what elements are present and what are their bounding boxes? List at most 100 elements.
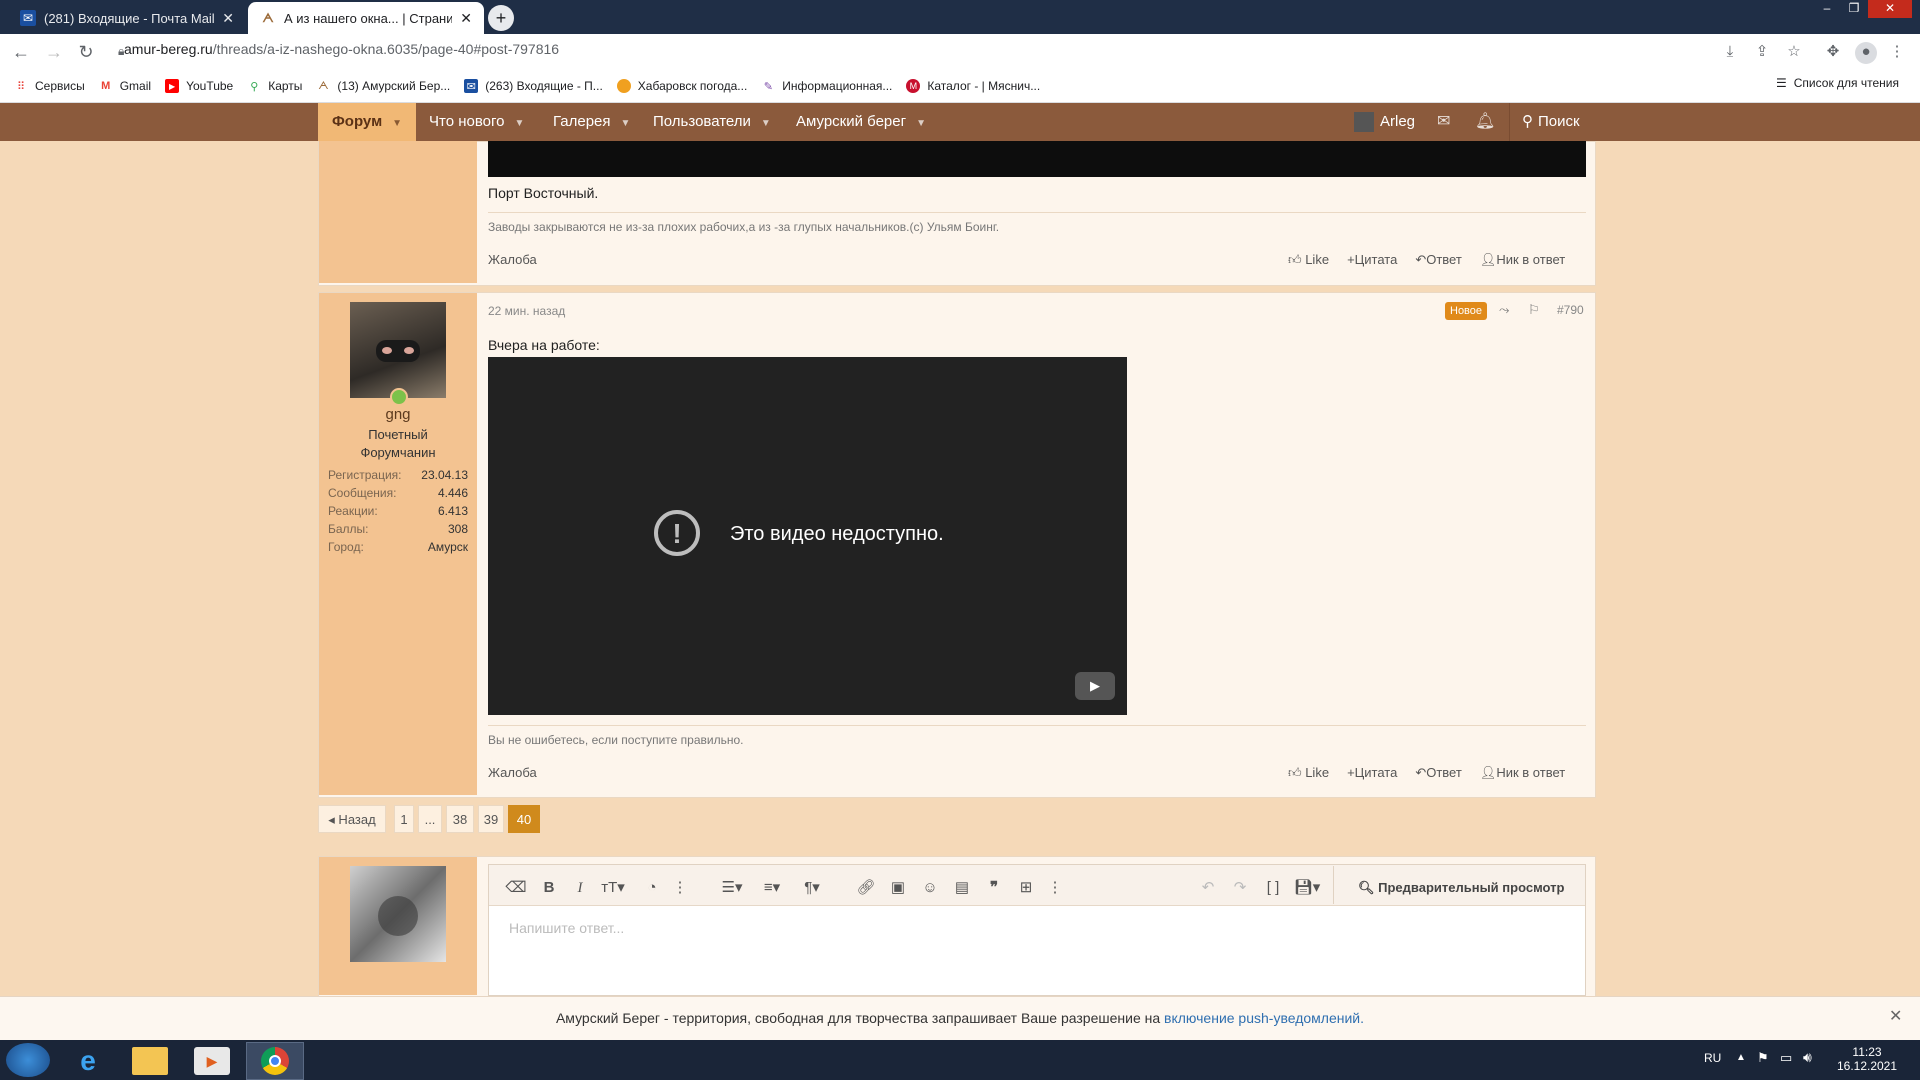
nav-forum[interactable]: Форум ▼	[318, 103, 417, 143]
tab-mail[interactable]: ✉ (281) Входящие - Почта Mail.ru ✕	[8, 2, 246, 34]
restore-icon[interactable]: ❐	[1842, 0, 1866, 18]
media-player-icon[interactable]: ▶	[194, 1047, 230, 1075]
chevron-down-icon[interactable]: ▼	[392, 105, 402, 143]
volume-icon[interactable]: 🔊︎	[1803, 1049, 1812, 1066]
push-enable-link[interactable]: включение push-уведомлений.	[1164, 1010, 1364, 1026]
profile-avatar-icon[interactable]: ●	[1855, 42, 1877, 64]
new-tab-button[interactable]: +	[488, 5, 514, 31]
address-bar[interactable]: amur-bereg.ru/threads/a-iz-nashego-okna.…	[124, 41, 559, 57]
nav-users[interactable]: Пользователи ▼	[653, 103, 771, 141]
extensions-icon[interactable]: ✥	[1823, 42, 1843, 62]
bookmark-icon[interactable]: ⚐	[1528, 302, 1540, 318]
media-icon[interactable]: ▤	[951, 877, 973, 899]
eraser-icon[interactable]: ⌫	[505, 877, 527, 899]
nick-reply-button[interactable]: 👤︎Ник в ответ	[1480, 252, 1565, 268]
font-size-icon[interactable]: тT▾	[598, 877, 628, 899]
like-button[interactable]: 👍︎ Like	[1288, 765, 1329, 781]
bold-icon[interactable]: B	[538, 877, 560, 899]
reply-input[interactable]: Напишите ответ...	[509, 920, 624, 936]
nav-amur-bereg[interactable]: Амурский берег ▼	[796, 103, 926, 141]
bell-icon[interactable]: 🔔︎	[1475, 103, 1495, 141]
language-indicator[interactable]: RU	[1704, 1051, 1721, 1065]
pagination-prev[interactable]: ◂ Назад	[318, 805, 386, 833]
pagination-ellipsis[interactable]: ...	[418, 805, 442, 833]
reply-button[interactable]: ↶Ответ	[1415, 252, 1462, 268]
nav-gallery[interactable]: Галерея ▼	[553, 103, 630, 141]
tray-expand-icon[interactable]: ▲	[1736, 1052, 1746, 1063]
report-link[interactable]: Жалоба	[488, 765, 537, 780]
menu-dots-icon[interactable]: ⋮	[1887, 42, 1907, 62]
pagination-current[interactable]: 40	[508, 805, 540, 833]
close-icon[interactable]: ✕	[1889, 1006, 1902, 1026]
align-icon[interactable]: ≡▾	[757, 877, 787, 899]
table-icon[interactable]: ⊞	[1015, 877, 1037, 899]
close-window-icon[interactable]: ✕	[1868, 0, 1912, 18]
chevron-down-icon[interactable]: ▼	[621, 105, 631, 143]
bookmark-maps[interactable]: ⚲ Карты	[247, 79, 302, 93]
action-center-flag-icon[interactable]: ⚑	[1757, 1050, 1769, 1066]
author-name[interactable]: gng	[319, 406, 477, 423]
network-icon[interactable]: ▭	[1780, 1050, 1792, 1066]
inbox-icon[interactable]: ✉	[1437, 103, 1450, 141]
tab-forum[interactable]: ᗅ А из нашего окна... | Страница 4 ✕	[248, 2, 484, 34]
bookmark-weather[interactable]: Хабаровск погода...	[616, 79, 747, 93]
like-button[interactable]: 👍︎ Like	[1288, 252, 1329, 268]
share-icon[interactable]: ⇪	[1752, 42, 1772, 62]
chevron-down-icon[interactable]: ▼	[761, 105, 771, 143]
reply-button[interactable]: ↶Ответ	[1415, 765, 1462, 781]
bookmark-mail[interactable]: ✉ (263) Входящие - П...	[464, 79, 603, 93]
undo-icon[interactable]: ↶	[1197, 877, 1219, 899]
clock[interactable]: 11:23 16.12.2021	[1836, 1045, 1898, 1073]
paragraph-icon[interactable]: ¶▾	[797, 877, 827, 899]
image-icon[interactable]: ▣	[887, 877, 909, 899]
youtube-icon[interactable]: ▶	[1075, 672, 1115, 700]
share-icon[interactable]: ⤳	[1499, 302, 1509, 318]
bookmark-amur[interactable]: ᗅ (13) Амурский Бер...	[316, 79, 450, 93]
more-dots-icon[interactable]: ⋮	[669, 877, 691, 899]
pagination-page[interactable]: 39	[478, 805, 504, 833]
close-icon[interactable]: ✕	[460, 10, 472, 27]
install-icon[interactable]: ⤓	[1720, 42, 1740, 62]
quote-button[interactable]: +Цитата	[1347, 765, 1397, 781]
avatar[interactable]	[350, 302, 446, 398]
bookmark-services[interactable]: ⠿ Сервисы	[14, 79, 85, 93]
bookmark-youtube[interactable]: ▶ YouTube	[165, 79, 233, 93]
report-link[interactable]: Жалоба	[488, 252, 537, 267]
quote-button[interactable]: +Цитата	[1347, 252, 1397, 268]
chevron-down-icon[interactable]: ▼	[916, 105, 926, 143]
color-palette-icon[interactable]: ◔	[641, 877, 663, 899]
nav-search[interactable]: ⚲ Поиск	[1522, 103, 1580, 141]
bbcode-icon[interactable]: [ ]	[1262, 877, 1284, 899]
reading-list[interactable]: ☰ Список для чтения	[1776, 76, 1899, 90]
nav-whats-new[interactable]: Что нового ▼	[429, 103, 524, 141]
chevron-down-icon[interactable]: ▼	[514, 105, 524, 143]
bookmark-catalog[interactable]: M Каталог - | Мяснич...	[906, 79, 1040, 93]
file-explorer-icon[interactable]	[132, 1047, 168, 1075]
quote-icon[interactable]: ❞	[983, 877, 1005, 899]
nav-user[interactable]: Arleg	[1354, 103, 1415, 141]
post-number[interactable]: #790	[1557, 303, 1584, 317]
redo-icon[interactable]: ↷	[1229, 877, 1251, 899]
video-embed[interactable]: ! Это видео недоступно. ▶	[488, 357, 1127, 715]
preview-button[interactable]: 🔍︎ Предварительный просмотр	[1358, 880, 1564, 896]
pagination-page[interactable]: 1	[394, 805, 414, 833]
pagination-page[interactable]: 38	[446, 805, 474, 833]
link-icon[interactable]: 🔗︎	[855, 877, 877, 899]
start-button[interactable]	[6, 1043, 50, 1077]
star-icon[interactable]: ☆	[1784, 42, 1804, 62]
back-icon[interactable]: ←	[11, 42, 31, 62]
minimize-icon[interactable]: –	[1815, 0, 1839, 18]
chrome-taskbar-button[interactable]	[246, 1042, 304, 1080]
close-icon[interactable]: ✕	[222, 10, 234, 27]
bookmark-info[interactable]: ✎ Информационная...	[761, 79, 893, 93]
bookmark-gmail[interactable]: M Gmail	[99, 79, 151, 93]
nick-reply-button[interactable]: 👤︎Ник в ответ	[1480, 765, 1565, 781]
more-dots-icon[interactable]: ⋮	[1044, 877, 1066, 899]
drafts-icon[interactable]: 💾︎▾	[1292, 877, 1322, 899]
italic-icon[interactable]: I	[569, 877, 591, 899]
post-time[interactable]: 22 мин. назад	[488, 304, 565, 318]
internet-explorer-icon[interactable]: e	[70, 1046, 106, 1076]
smiley-icon[interactable]: ☺	[919, 877, 941, 899]
forward-icon[interactable]: →	[44, 42, 64, 62]
list-icon[interactable]: ☰▾	[717, 877, 747, 899]
